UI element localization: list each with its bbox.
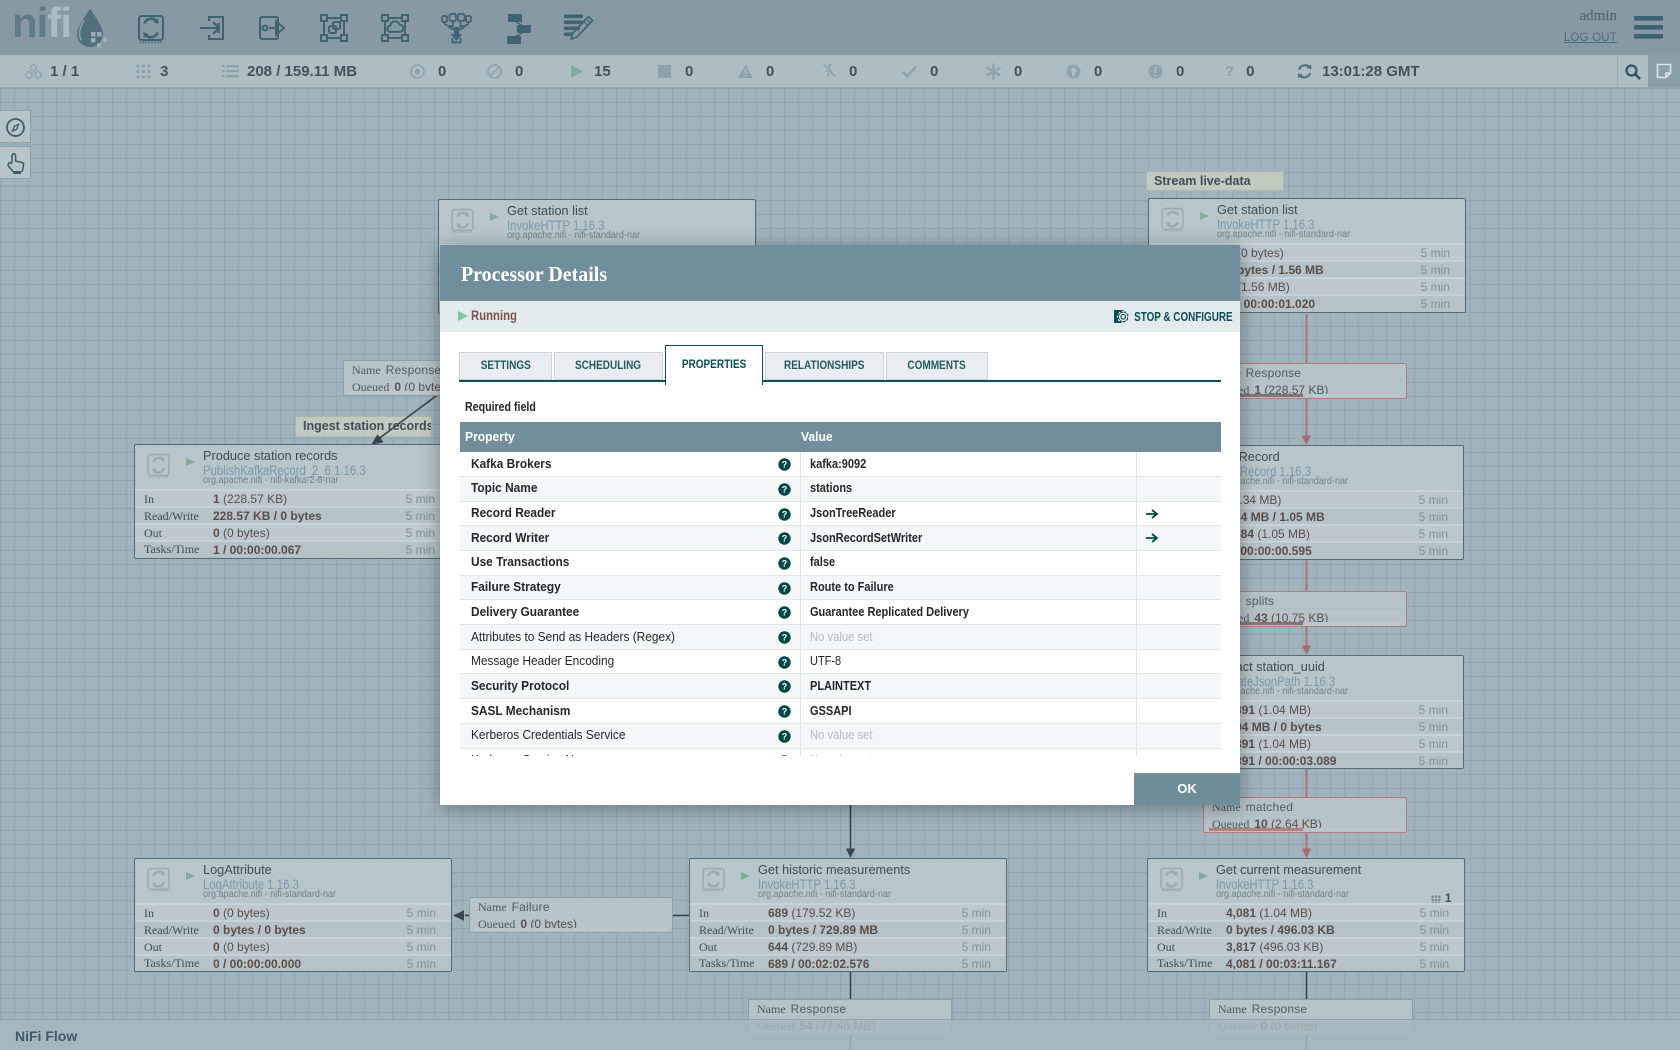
svg-text:?: ? [782,460,788,470]
svg-text:?: ? [782,534,788,544]
svg-text:?: ? [782,559,788,569]
svg-text:?: ? [782,608,788,618]
svg-text:?: ? [782,682,788,692]
svg-text:?: ? [782,633,788,643]
svg-text:?: ? [782,657,788,667]
svg-text:?: ? [782,509,788,519]
svg-text:?: ? [782,707,788,717]
svg-text:?: ? [782,484,788,494]
svg-text:?: ? [782,731,788,741]
svg-text:?: ? [782,583,788,593]
